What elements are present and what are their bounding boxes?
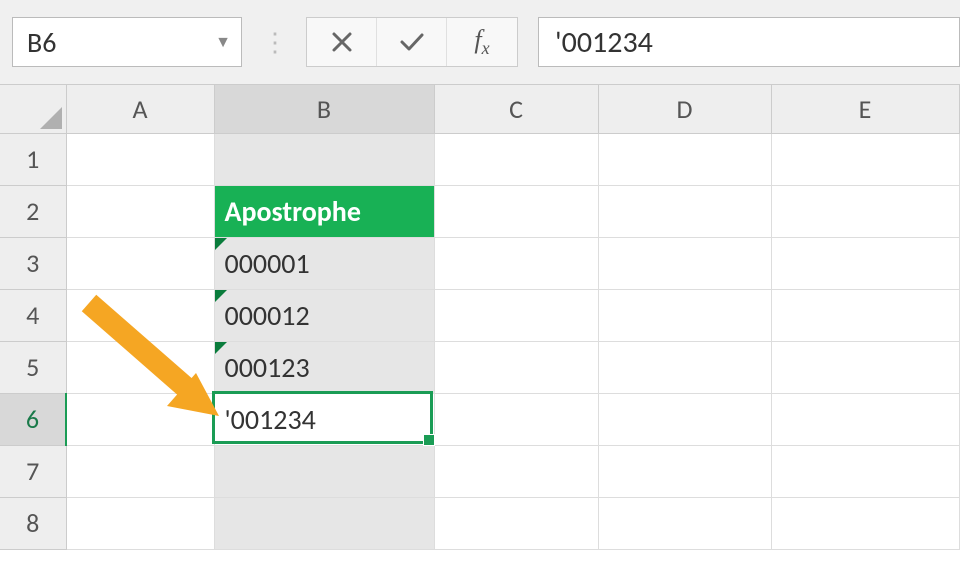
cell-D5[interactable] (598, 341, 771, 393)
spreadsheet-grid[interactable]: ABCDE 12 Apostrophe 3 000001 4 000012 5 000123 6 '… (0, 85, 960, 550)
formula-input[interactable]: '001234 (538, 17, 960, 67)
cell-C1[interactable] (434, 133, 598, 185)
cell-A4[interactable] (66, 289, 214, 341)
cell-E7[interactable] (771, 445, 959, 497)
column-header-B[interactable]: B (214, 85, 434, 133)
row-header-5[interactable]: 5 (0, 341, 66, 393)
formula-value: '001234 (555, 24, 653, 61)
cell-E5[interactable] (771, 341, 959, 393)
formula-bar: B6 ▼ ⋮ fx '001234 (0, 0, 960, 85)
row-header-8[interactable]: 8 (0, 497, 66, 549)
cell-A3[interactable] (66, 237, 214, 289)
name-box-value: B6 (27, 25, 56, 60)
cell-C5[interactable] (434, 341, 598, 393)
check-icon (399, 31, 425, 53)
column-header-D[interactable]: D (598, 85, 771, 133)
cell-C8[interactable] (434, 497, 598, 549)
cell-B4[interactable]: 000012 (214, 289, 434, 341)
cell-D4[interactable] (598, 289, 771, 341)
x-icon (331, 31, 353, 53)
column-header-A[interactable]: A (66, 85, 214, 133)
cell-A8[interactable] (66, 497, 214, 549)
cell-A6[interactable] (66, 393, 214, 445)
cell-D8[interactable] (598, 497, 771, 549)
cell-B3[interactable]: 000001 (214, 237, 434, 289)
cell-D2[interactable] (598, 185, 771, 237)
fx-icon: fx (474, 25, 489, 59)
cell-C4[interactable] (434, 289, 598, 341)
cell-B5[interactable]: 000123 (214, 341, 434, 393)
cell-B8[interactable] (214, 497, 434, 549)
cell-B6[interactable]: '001234 (214, 393, 434, 445)
cell-A7[interactable] (66, 445, 214, 497)
cell-C7[interactable] (434, 445, 598, 497)
row-header-6[interactable]: 6 (0, 393, 66, 445)
cell-E8[interactable] (771, 497, 959, 549)
row-header-7[interactable]: 7 (0, 445, 66, 497)
select-all-button[interactable] (0, 85, 66, 133)
cell-B7[interactable] (214, 445, 434, 497)
row-header-4[interactable]: 4 (0, 289, 66, 341)
name-box[interactable]: B6 ▼ (12, 17, 242, 67)
cell-D7[interactable] (598, 445, 771, 497)
formula-buttons: fx (306, 17, 518, 67)
cell-C2[interactable] (434, 185, 598, 237)
cell-A2[interactable] (66, 185, 214, 237)
cell-D3[interactable] (598, 237, 771, 289)
chevron-down-icon[interactable]: ▼ (215, 33, 231, 52)
cell-B2[interactable]: Apostrophe (214, 185, 434, 237)
enter-button[interactable] (377, 18, 447, 66)
column-header-E[interactable]: E (771, 85, 959, 133)
cell-D6[interactable] (598, 393, 771, 445)
cell-A1[interactable] (66, 133, 214, 185)
cell-C6[interactable] (434, 393, 598, 445)
row-header-2[interactable]: 2 (0, 185, 66, 237)
row-header-1[interactable]: 1 (0, 133, 66, 185)
cell-E2[interactable] (771, 185, 959, 237)
cell-E1[interactable] (771, 133, 959, 185)
error-indicator-icon (215, 238, 227, 250)
divider-icon: ⋮ (256, 26, 292, 58)
cell-E6[interactable] (771, 393, 959, 445)
cell-E3[interactable] (771, 237, 959, 289)
column-header-C[interactable]: C (434, 85, 598, 133)
row-header-3[interactable]: 3 (0, 237, 66, 289)
cell-D1[interactable] (598, 133, 771, 185)
cell-E4[interactable] (771, 289, 959, 341)
error-indicator-icon (215, 290, 227, 302)
cell-C3[interactable] (434, 237, 598, 289)
cell-A5[interactable] (66, 341, 214, 393)
insert-function-button[interactable]: fx (447, 18, 517, 66)
error-indicator-icon (215, 342, 227, 354)
cell-B1[interactable] (214, 133, 434, 185)
cancel-button[interactable] (307, 18, 377, 66)
